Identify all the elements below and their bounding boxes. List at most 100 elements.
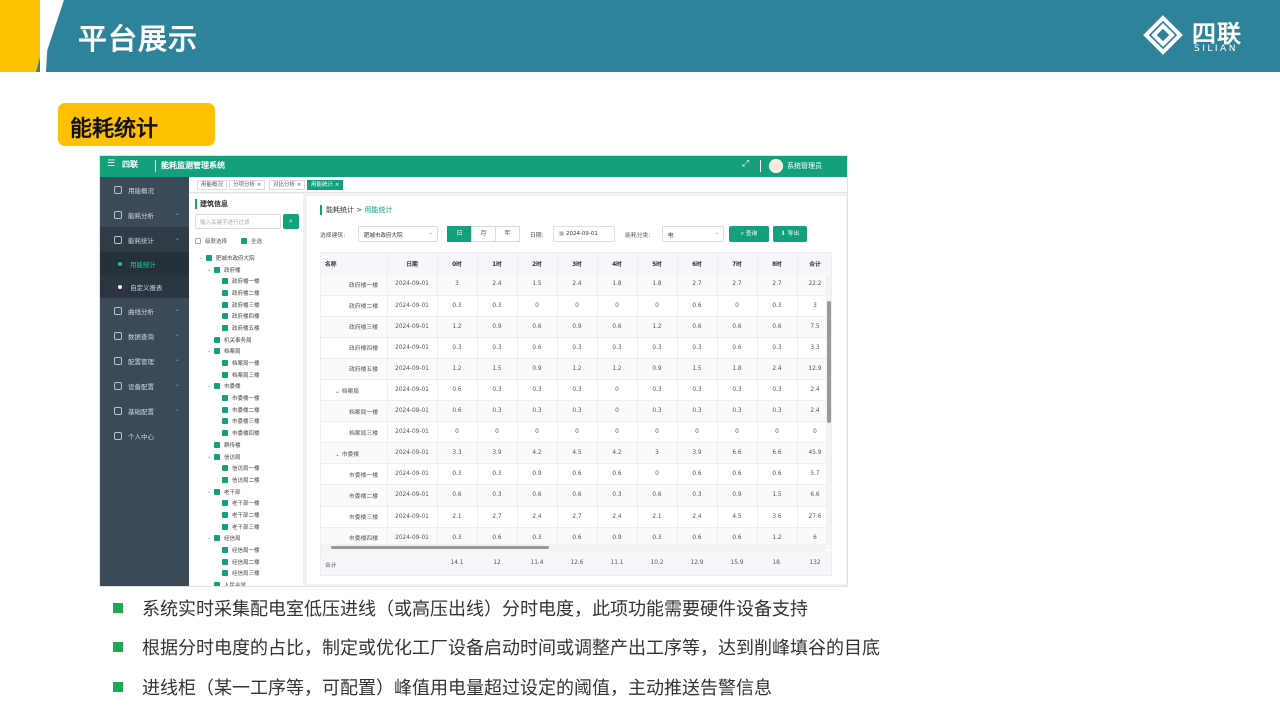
checkbox-checked-icon[interactable]: [222, 313, 228, 320]
tree-node[interactable]: 政府楼三楼: [193, 299, 303, 311]
table-row[interactable]: 市委楼二楼 2024-09-01 0.6 0.3 0.6 0.6 0.3 0.6 0.3 0.9 1…: [321, 484, 831, 507]
period-day-button[interactable]: 日: [447, 226, 472, 242]
table-row[interactable]: 档案局三楼 2024-09-01 0 0 0 0 0 0 0 0 0 0: [321, 421, 831, 444]
date-picker[interactable]: ▦ 2024-09-01: [553, 226, 615, 242]
checkbox-checked-icon[interactable]: [214, 488, 220, 495]
fullscreen-icon[interactable]: ⤢: [742, 159, 749, 169]
tree-node[interactable]: 信访局二楼: [193, 474, 303, 486]
tree-node[interactable]: 人民会堂: [193, 579, 303, 586]
avatar[interactable]: [769, 159, 783, 173]
tree-node[interactable]: 群传楼: [193, 439, 303, 451]
checkbox-checked-icon[interactable]: [214, 441, 220, 448]
checkbox-checked-icon[interactable]: [222, 395, 228, 402]
tab[interactable]: 分项分析 ×: [229, 180, 266, 190]
user-name[interactable]: 系统管理员: [787, 161, 822, 171]
tree-node[interactable]: 老干部三楼: [193, 521, 303, 533]
tree-node[interactable]: ⌄ 市委楼: [193, 381, 303, 393]
breadcrumb-parent[interactable]: 能耗统计: [326, 206, 354, 214]
checkbox-checked-icon[interactable]: [222, 301, 228, 308]
expand-chevron-icon[interactable]: ⌄: [199, 255, 206, 261]
sidebar-item[interactable]: 能耗统计 ⌄: [100, 227, 189, 252]
tree-node[interactable]: ⌄ 老干部: [193, 486, 303, 498]
sidebar-item[interactable]: 用能概况: [100, 177, 189, 202]
table-row[interactable]: ⌄ 市委楼 2024-09-01 3.3 3.9 4.2 4.5 4.2 3 3.9 6.6 6.6…: [321, 442, 831, 465]
checkbox-checked-icon[interactable]: [222, 406, 228, 413]
tab[interactable]: 用能概况: [197, 180, 228, 190]
tree-node[interactable]: 机关事务局: [193, 334, 303, 346]
checkbox-checked-icon[interactable]: [222, 371, 228, 378]
tree-node[interactable]: ⌄ 经信局: [193, 533, 303, 545]
sidebar-item[interactable]: 曲线分析 ⌄: [100, 298, 189, 323]
checkbox-checked-icon[interactable]: [222, 558, 228, 565]
tree-node[interactable]: 市委楼二楼: [193, 404, 303, 416]
energy-type-select[interactable]: 电 ⌄: [662, 226, 724, 242]
tree-node[interactable]: 信访局一楼: [193, 462, 303, 474]
tree-node[interactable]: 市委楼一楼: [193, 392, 303, 404]
table-row[interactable]: ⌄ 档案局 2024-09-01 0.6 0.3 0.3 0.3 0 0.3 0.3 0.3 0.3…: [321, 379, 831, 402]
horizontal-scrollbar[interactable]: [321, 544, 826, 551]
expand-chevron-icon[interactable]: ⌄: [207, 454, 214, 460]
checkbox-checked-icon[interactable]: [214, 383, 220, 390]
checkbox-checked-icon[interactable]: [222, 476, 228, 483]
building-select[interactable]: 肥城市政府大院 ⌄: [358, 226, 438, 242]
checkbox-checked-icon[interactable]: [222, 418, 228, 425]
checkbox-checked-icon[interactable]: [222, 360, 228, 367]
checkbox-checked-icon[interactable]: [214, 582, 220, 586]
sidebar-item[interactable]: 基础配置 ⌄: [100, 398, 189, 423]
tree-node[interactable]: 政府楼四楼: [193, 310, 303, 322]
checkbox-checked-icon[interactable]: [222, 511, 228, 518]
checkbox-checked-icon[interactable]: [214, 535, 220, 542]
period-month-button[interactable]: 月: [471, 226, 496, 242]
expand-chevron-icon[interactable]: ⌄: [207, 535, 214, 541]
tree-node[interactable]: ⌄ 肥城市政府大院: [193, 252, 303, 264]
export-button[interactable]: ⬇ 导出: [773, 226, 807, 242]
checkbox-checked-icon[interactable]: [214, 336, 220, 343]
table-row[interactable]: 市委楼一楼 2024-09-01 0.3 0.3 0.9 0.6 0.6 0 0.6 0.6 0.6…: [321, 463, 831, 486]
tree-node[interactable]: ⌄ 信访局: [193, 451, 303, 463]
table-row[interactable]: 政府楼三楼 2024-09-01 1.2 0.9 0.6 0.9 0.6 1.2 0.6 0.6 0…: [321, 316, 831, 338]
tree-node[interactable]: 档案局三楼: [193, 369, 303, 381]
expand-chevron-icon[interactable]: ⌄: [207, 348, 214, 354]
horizontal-scroll-thumb[interactable]: [331, 546, 549, 549]
checkbox-checked-icon[interactable]: [214, 348, 220, 355]
tree-node[interactable]: 政府楼一楼: [193, 275, 303, 287]
table-row[interactable]: 档案局一楼 2024-09-01 0.6 0.3 0.3 0.3 0 0.3 0.3 0.3 0.3…: [321, 400, 831, 423]
vertical-scroll-thumb[interactable]: [827, 301, 831, 423]
query-button[interactable]: ⌕ 查询: [729, 226, 769, 242]
checkbox-checked-icon[interactable]: [222, 278, 228, 285]
expand-chevron-icon[interactable]: ⌄: [207, 489, 214, 495]
tree-search-button[interactable]: ⌕: [283, 214, 299, 229]
checkbox-checked-icon[interactable]: [222, 570, 228, 577]
menu-toggle-icon[interactable]: ☰: [107, 159, 115, 169]
checkbox-checked-icon[interactable]: [222, 547, 228, 554]
tree-search-input[interactable]: 输入关键字进行过滤: [195, 214, 281, 229]
expand-chevron-icon[interactable]: ⌄: [207, 383, 214, 389]
tree-node[interactable]: ⌄ 档案局: [193, 346, 303, 358]
tree-node[interactable]: 经信局一楼: [193, 544, 303, 556]
checkbox-checked-icon[interactable]: [222, 500, 228, 507]
table-row[interactable]: 政府楼四楼 2024-09-01 0.3 0.3 0.6 0.3 0.3 0.3 0.3 0.6 0…: [321, 337, 831, 359]
tree-node[interactable]: 政府楼五楼: [193, 322, 303, 334]
tab[interactable]: 用能统计 ×: [307, 180, 344, 190]
tab[interactable]: 对比分析 ×: [269, 180, 306, 190]
sidebar-subitem[interactable]: 用能统计: [100, 252, 189, 275]
checkbox-checked-icon[interactable]: [222, 289, 228, 296]
sidebar-item[interactable]: 数据查询 ⌄: [100, 323, 189, 348]
table-row[interactable]: 政府楼五楼 2024-09-01 1.2 1.5 0.9 1.2 1.2 0.9 1.5 1.8 2…: [321, 358, 831, 380]
checkbox-checked-icon[interactable]: [222, 465, 228, 472]
cascade-select-checkbox[interactable]: 级联选择: [195, 237, 227, 245]
checkbox-checked-icon[interactable]: [214, 453, 220, 460]
checkbox-checked-icon[interactable]: [222, 430, 228, 437]
period-year-button[interactable]: 年: [495, 226, 520, 242]
sidebar-subitem[interactable]: 自定义报表: [100, 275, 189, 298]
table-row[interactable]: 市委楼三楼 2024-09-01 2.1 2.7 2.4 2.7 2.4 2.1 2.4 4.5 3…: [321, 506, 831, 528]
checkbox-checked-icon[interactable]: [214, 266, 220, 273]
close-icon[interactable]: ×: [333, 182, 340, 188]
checkbox-checked-icon[interactable]: [206, 254, 212, 261]
tree-node[interactable]: 档案局一楼: [193, 357, 303, 369]
tree-node[interactable]: 老干部一楼: [193, 497, 303, 509]
sidebar-item[interactable]: 设备配置 ⌄: [100, 373, 189, 398]
tree-node[interactable]: ⌄ 政府楼: [193, 264, 303, 276]
tree-node[interactable]: 市委楼三楼: [193, 416, 303, 428]
select-all-checkbox[interactable]: 全选: [241, 237, 262, 245]
